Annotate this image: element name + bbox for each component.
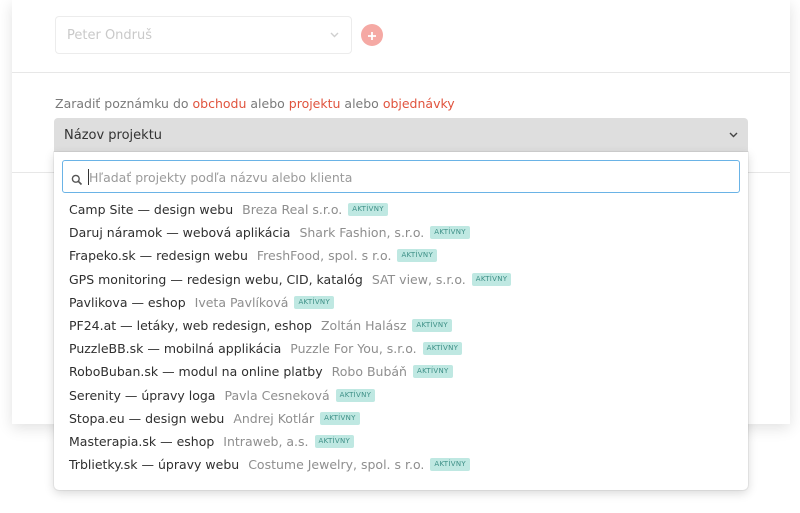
client-name: Pavla Cesneková <box>224 387 330 403</box>
client-name: Robo Bubáň <box>331 364 407 380</box>
project-name: Serenity — úpravy loga <box>69 387 216 403</box>
status-badge: AKTÍVNY <box>412 319 452 333</box>
chevron-down-icon <box>327 28 341 42</box>
project-option[interactable]: Pavlikova — eshop Iveta Pavlíková AKTÍVNY <box>54 291 748 314</box>
client-name: Intraweb, a.s. <box>223 433 309 449</box>
status-badge: AKTÍVNY <box>430 226 470 240</box>
client-name: Costume Jewelry, spol. s r.o. <box>248 457 425 473</box>
plus-icon <box>367 26 377 45</box>
divider <box>12 72 790 73</box>
person-select-value: Peter Ondruš <box>67 27 153 43</box>
status-badge: AKTÍVNY <box>430 458 470 472</box>
project-name: Trblietky.sk — úpravy webu <box>69 457 240 473</box>
client-name: Puzzle For You, s.r.o. <box>290 341 417 357</box>
project-name: Pavlikova — eshop <box>69 294 186 310</box>
client-name: Zoltán Halász <box>320 318 407 334</box>
project-name: PuzzleBB.sk — mobilná applikácia <box>69 341 282 357</box>
project-link[interactable]: projektu <box>289 96 341 111</box>
project-option[interactable]: Serenity — úpravy loga Pavla Cesneková AKT… <box>54 384 748 407</box>
order-link[interactable]: obchodu <box>193 96 247 111</box>
client-name: FreshFood, spol. s r.o. <box>256 248 392 264</box>
status-badge: AKTÍVNY <box>471 272 512 286</box>
project-option[interactable]: Camp Site — design webu Breza Real s.r.o.… <box>54 198 748 221</box>
project-name: GPS monitoring — redesign webu, CID, kat… <box>69 271 363 287</box>
project-option[interactable]: Trblietky.sk — úpravy webu Costume Jewelr… <box>54 453 748 476</box>
client-name: Andrej Kotlár <box>233 410 315 426</box>
status-badge: AKTÍVNY <box>422 342 463 356</box>
project-name: Daruj náramok — webová aplikácia <box>69 225 291 241</box>
status-badge: AKTÍVNY <box>320 411 360 425</box>
project-option[interactable]: Stopa.eu — design webu Andrej Kotlár AKTÍV… <box>54 407 748 430</box>
project-name: Camp Site — design webu <box>69 202 234 218</box>
status-badge: AKTÍVNY <box>335 388 376 402</box>
chevron-down-icon <box>726 128 740 142</box>
project-search-box[interactable] <box>62 160 740 193</box>
assign-separator: alebo <box>340 96 383 111</box>
project-name: Frapeko.sk — redesign webu <box>69 248 248 264</box>
client-name: Shark Fashion, s.r.o. <box>299 225 425 241</box>
status-badge: AKTÍVNY <box>294 295 335 309</box>
project-search-input[interactable] <box>89 166 729 188</box>
project-name: RoboBuban.sk — modul na online platby <box>69 364 323 380</box>
project-dropdown: Camp Site — design webu Breza Real s.r.o.… <box>54 152 748 490</box>
project-name: Masterapia.sk — eshop <box>69 433 215 449</box>
person-select[interactable]: Peter Ondruš <box>55 16 352 54</box>
project-option[interactable]: PF24.at — letáky, web redesign, eshop Zol… <box>54 314 748 337</box>
search-icon <box>71 171 83 186</box>
project-select-label: Názov projektu <box>64 127 163 143</box>
project-option[interactable]: Frapeko.sk — redesign webu FreshFood, spo… <box>54 244 748 267</box>
status-badge: AKTÍVNY <box>397 249 438 263</box>
status-badge: AKTÍVNY <box>412 365 453 379</box>
project-options-list: Camp Site — design webu Breza Real s.r.o.… <box>54 198 748 476</box>
client-name: Breza Real s.r.o. <box>242 202 343 218</box>
client-name: Iveta Pavlíková <box>194 294 289 310</box>
add-person-button[interactable] <box>361 24 383 46</box>
project-option[interactable]: GPS monitoring — redesign webu, CID, kat… <box>54 268 748 291</box>
project-option[interactable]: PuzzleBB.sk — mobilná applikácia Puzzle F… <box>54 337 748 360</box>
project-name: PF24.at — letáky, web redesign, eshop <box>69 318 312 334</box>
assign-separator: alebo <box>246 96 289 111</box>
project-option[interactable]: Daruj náramok — webová aplikácia Shark Fa… <box>54 221 748 244</box>
project-name: Stopa.eu — design webu <box>69 410 225 426</box>
project-select[interactable]: Názov projektu <box>54 118 748 152</box>
client-name: SAT view, s.r.o. <box>371 271 466 287</box>
status-badge: AKTÍVNY <box>314 434 355 448</box>
assign-prefix: Zaradiť poznámku do <box>55 96 193 111</box>
project-option[interactable]: Masterapia.sk — eshop Intraweb, a.s. AKTÍV… <box>54 430 748 453</box>
project-option[interactable]: RoboBuban.sk — modul na online platby Rob… <box>54 360 748 383</box>
status-badge: AKTÍVNY <box>348 203 388 217</box>
assign-note-label: Zaradiť poznámku do obchodu alebo projek… <box>55 96 455 111</box>
invoice-link[interactable]: objednávky <box>383 96 455 111</box>
